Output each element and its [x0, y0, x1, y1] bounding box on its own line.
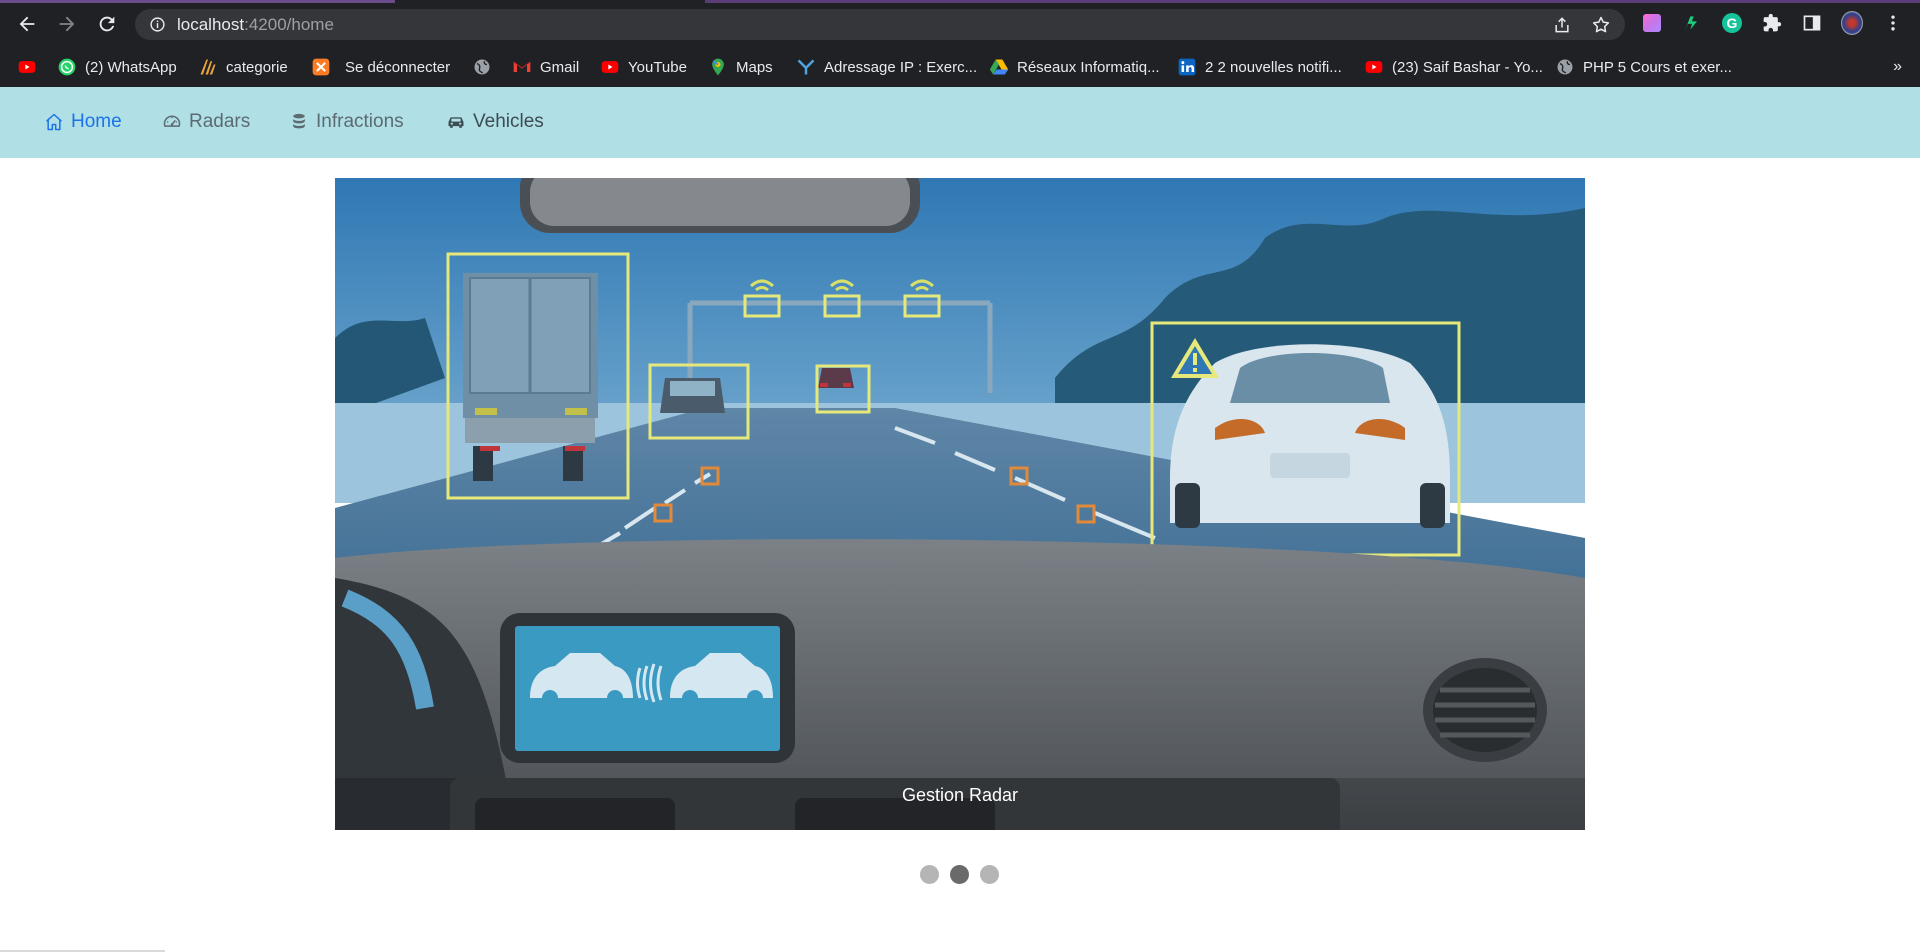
back-icon[interactable]	[14, 11, 40, 37]
menu-icon[interactable]	[1882, 12, 1904, 34]
bookmark-whatsapp[interactable]: (2) WhatsApp	[57, 55, 177, 79]
carousel-slide[interactable]: Gestion Radar	[335, 178, 1585, 830]
radar-illustration	[335, 178, 1585, 830]
linkedin-icon	[1177, 57, 1197, 77]
drive-icon	[989, 57, 1009, 77]
bookmarks-overflow-button[interactable]: »	[1893, 58, 1902, 76]
bookmark-maps[interactable]: Maps	[708, 55, 773, 79]
bookmark-saif-bashar[interactable]: (23) Saif Bashar - Yo...	[1364, 55, 1543, 79]
forward-icon[interactable]	[54, 11, 80, 37]
browser-toolbar: localhost:4200/home G	[0, 0, 1920, 47]
address-bar[interactable]: localhost:4200/home	[135, 9, 1625, 40]
reload-icon[interactable]	[94, 11, 120, 37]
speedometer-icon	[163, 115, 181, 127]
car-icon	[448, 117, 464, 128]
bookmark-categorie[interactable]: categorie	[198, 55, 288, 79]
app-navbar: Home Radars Infractions Vehicles	[0, 87, 1920, 158]
globe-icon	[472, 57, 492, 77]
bookmark-site-icon	[796, 57, 816, 77]
bookmark-reseaux[interactable]: Réseaux Informatiq...	[989, 55, 1160, 79]
nav-infractions[interactable]: Infractions	[289, 111, 404, 133]
extensions-icon[interactable]	[1761, 12, 1783, 34]
extension-color-icon[interactable]	[1641, 12, 1663, 34]
grammarly-icon[interactable]: G	[1721, 12, 1743, 34]
bookmark-se-deconnecter[interactable]: Se déconnecter	[311, 55, 450, 79]
xampp-icon	[311, 57, 331, 77]
categorie-icon	[198, 57, 218, 77]
bookmark-youtube-2[interactable]: YouTube	[600, 55, 687, 79]
globe-icon	[1555, 57, 1575, 77]
youtube-icon	[600, 57, 620, 77]
url-text[interactable]: localhost:4200/home	[177, 15, 334, 35]
youtube-icon	[17, 57, 37, 77]
share-icon[interactable]	[1552, 15, 1572, 35]
whatsapp-icon	[57, 57, 77, 77]
active-tab-accent	[0, 0, 395, 3]
nav-home[interactable]: Home	[44, 111, 122, 133]
bookmark-globe[interactable]	[472, 55, 492, 79]
extension-bird-icon[interactable]	[1681, 12, 1703, 34]
nav-vehicles[interactable]: Vehicles	[446, 111, 544, 133]
star-icon[interactable]	[1591, 15, 1611, 35]
nav-radars[interactable]: Radars	[162, 111, 250, 133]
bookmark-gmail[interactable]: Gmail	[512, 55, 579, 79]
bookmark-youtube[interactable]	[17, 55, 37, 79]
maps-icon	[708, 57, 728, 77]
bookmark-php5[interactable]: PHP 5 Cours et exer...	[1555, 55, 1732, 79]
bookmark-adressage-ip[interactable]: Adressage IP : Exerc...	[796, 55, 977, 79]
side-panel-icon[interactable]	[1801, 12, 1823, 34]
gmail-icon	[512, 57, 532, 77]
tab-strip-accent	[705, 0, 1920, 3]
bookmark-linkedin[interactable]: 2 2 nouvelles notifi...	[1177, 55, 1342, 79]
home-icon	[46, 113, 62, 131]
carousel-caption: Gestion Radar	[901, 785, 1019, 805]
carousel-indicator-3[interactable]	[980, 865, 999, 884]
info-icon[interactable]	[149, 16, 166, 33]
database-icon	[293, 113, 305, 129]
carousel-indicator-2[interactable]	[950, 865, 969, 884]
avatar[interactable]	[1841, 11, 1863, 35]
carousel-indicator-1[interactable]	[920, 865, 939, 884]
carousel-indicators	[920, 865, 999, 884]
youtube-icon	[1364, 57, 1384, 77]
bookmarks-bar: (2) WhatsApp categorie Se déconnecter Gm…	[0, 47, 1920, 87]
